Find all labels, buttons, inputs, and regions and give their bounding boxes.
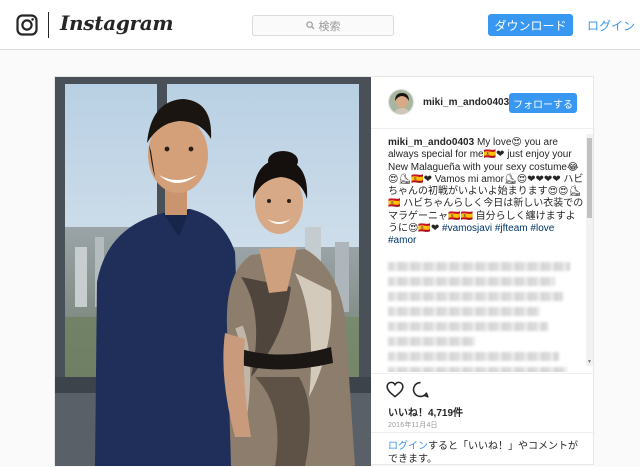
logo-divider <box>48 12 49 38</box>
follow-button[interactable]: フォローする <box>509 93 577 113</box>
login-prompt-text: ログインすると「いいね！」やコメントができます。 <box>388 441 584 466</box>
comments-scrollbar[interactable]: ▼ <box>586 134 593 366</box>
scrollbar-thumb[interactable] <box>587 138 592 218</box>
caption-author[interactable]: miki_m_ando0403 <box>388 137 474 148</box>
post-date: 2016年11月4日 <box>388 422 438 429</box>
post-username[interactable]: miki_m_ando0403 <box>423 97 509 108</box>
blurred-comment-line <box>388 352 559 361</box>
post-card: miki_m_ando0403 フォローする miki_m_ando0403 M… <box>54 76 595 466</box>
avatar[interactable] <box>388 89 414 115</box>
blurred-comment-line <box>388 307 540 316</box>
login-prompt: ログインすると「いいね！」やコメントができます。 <box>371 432 595 467</box>
comments-area[interactable]: miki_m_ando0403 My love😍 you are always … <box>371 130 595 372</box>
search-placeholder: 検索 <box>318 20 341 33</box>
login-prompt-link[interactable]: ログイン <box>388 441 428 452</box>
blurred-comment-line <box>388 292 563 301</box>
post-side-panel: miki_m_ando0403 フォローする miki_m_ando0403 M… <box>371 77 595 466</box>
post-caption: miki_m_ando0403 My love😍 you are always … <box>388 137 584 248</box>
heart-icon[interactable] <box>386 381 404 398</box>
post-header: miki_m_ando0403 フォローする <box>371 77 595 129</box>
search-icon <box>305 21 315 30</box>
search-input[interactable]: 検索 <box>252 15 394 36</box>
post-actions: いいね！4,719件 2016年11月4日 ログインすると「いいね！」やコメント… <box>371 373 595 466</box>
post-photo[interactable] <box>55 77 371 466</box>
blurred-comment-line <box>388 322 548 331</box>
caption-text: My love😍 you are always special for me🇪🇸… <box>388 137 584 235</box>
instagram-wordmark[interactable]: Instagram <box>60 11 174 35</box>
top-navigation-bar: Instagram 検索 ダウンロード ログイン <box>0 0 640 50</box>
blurred-comment-line <box>388 262 571 271</box>
blurred-comment-line <box>388 277 556 286</box>
blurred-comment-line <box>388 367 567 372</box>
login-link[interactable]: ログイン <box>587 17 635 34</box>
likes-count[interactable]: いいね！4,719件 <box>388 404 463 419</box>
comment-icon[interactable] <box>412 381 429 398</box>
blurred-comment-line <box>388 337 476 346</box>
scroll-down-arrow-icon[interactable]: ▼ <box>586 359 593 366</box>
download-button[interactable]: ダウンロード <box>488 14 573 36</box>
blurred-comments <box>388 262 578 372</box>
instagram-camera-icon[interactable] <box>16 14 38 36</box>
